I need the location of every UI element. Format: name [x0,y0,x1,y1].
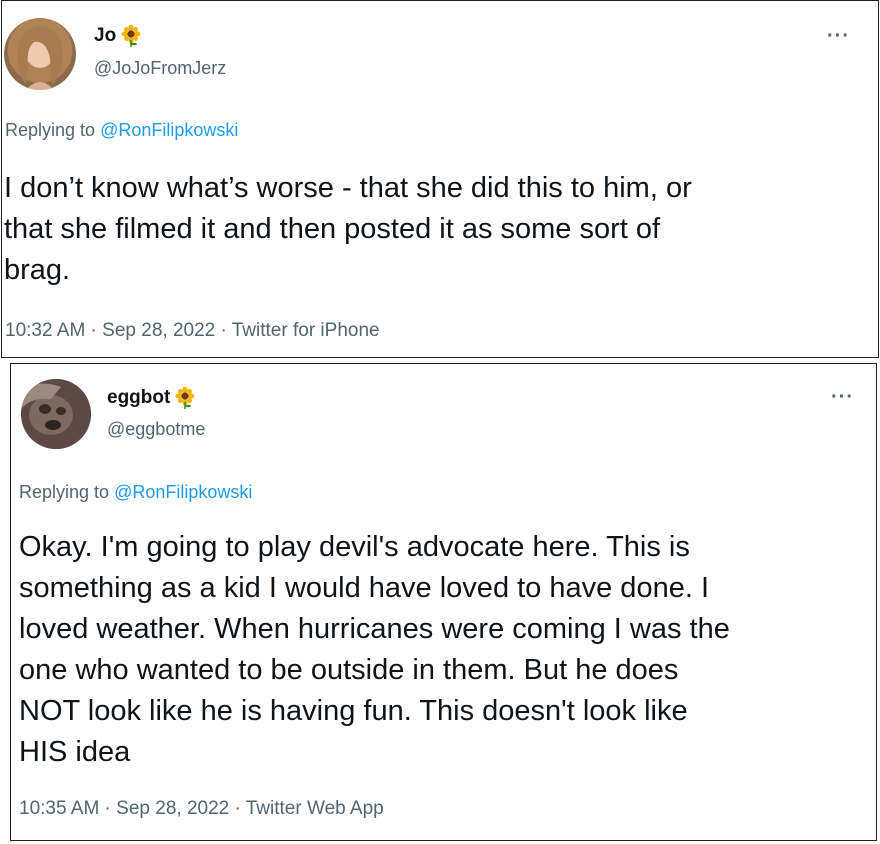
replying-prefix: Replying to [19,482,115,502]
tweet-timestamp[interactable]: 10:35 AM · Sep 28, 2022 · Twitter Web Ap… [19,798,384,820]
tweet-text-line: one who wanted to be outside in them. Bu… [19,654,679,686]
replying-to: Replying to @RonFilipkowski [19,482,252,503]
tweet-timestamp[interactable]: 10:32 AM · Sep 28, 2022 · Twitter for iP… [5,320,380,342]
tweet-card: Jo @JoJoFromJerz ··· Replying to @RonFil… [1,0,879,358]
more-options-icon[interactable]: ··· [831,386,854,409]
author-name[interactable]: eggbot [107,387,170,409]
tweet-text-line: Okay. I'm going to play devil's advocate… [19,531,690,563]
author-name-row[interactable]: eggbot [107,387,196,409]
replying-to: Replying to @RonFilipkowski [5,120,238,141]
tweet-text-line: brag. [4,254,71,286]
avatar[interactable] [4,18,76,90]
author-handle[interactable]: @eggbotme [107,419,205,440]
sunflower-icon [121,25,141,47]
author-name-row[interactable]: Jo [94,25,142,47]
tweet-text-line: loved weather. When hurricanes were comi… [19,613,730,645]
author-name[interactable]: Jo [94,25,116,47]
mention-link[interactable]: @RonFilipkowski [100,120,238,140]
tweet-text-line: that she filmed it and then posted it as… [4,213,661,245]
replying-prefix: Replying to [5,120,101,140]
tweet-text-line: something as a kid I would have loved to… [19,572,709,604]
avatar[interactable] [21,379,91,449]
mention-link[interactable]: @RonFilipkowski [114,482,252,502]
tweet-text: Okay. I'm going to play devil's advocate… [19,527,869,773]
tweet-text-line: HIS idea [19,736,131,768]
sunflower-icon [175,387,195,409]
author-handle[interactable]: @JoJoFromJerz [94,58,226,79]
more-options-icon[interactable]: ··· [827,25,850,48]
tweet-card: eggbot @eggbotme ··· Replying to @RonFil… [10,363,877,841]
tweet-text-line: I don’t know what’s worse - that she did… [4,172,692,204]
tweet-text-line: NOT look like he is having fun. This doe… [19,695,688,727]
tweet-text: I don’t know what’s worse - that she did… [4,168,864,291]
